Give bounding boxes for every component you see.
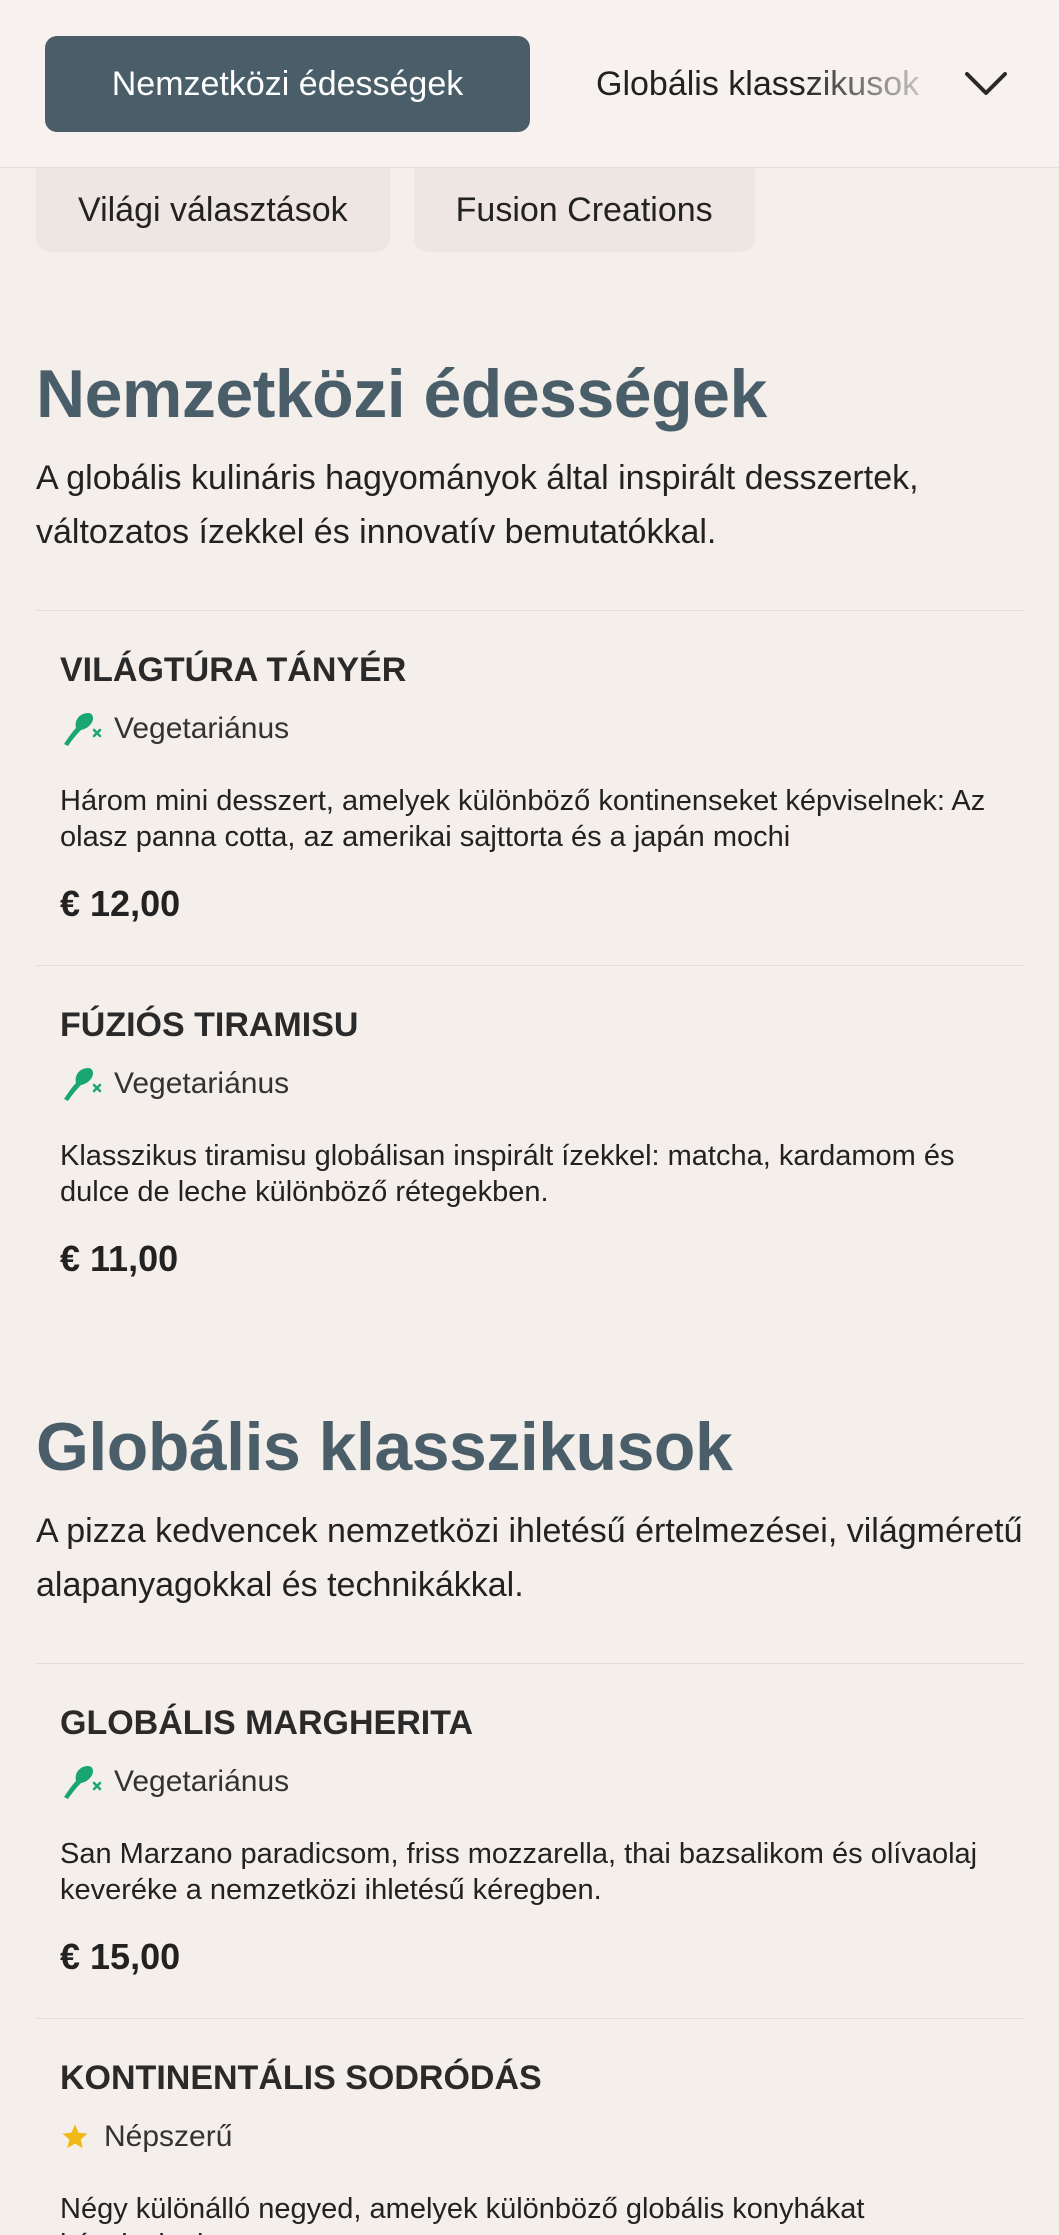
star-icon <box>60 2117 94 2157</box>
popular-tag: Népszerű <box>60 2117 232 2157</box>
category-tab[interactable]: Világi választások <box>36 168 390 252</box>
item-description: Klasszikus tiramisu globálisan inspirált… <box>60 1140 955 1208</box>
vegetarian-icon <box>60 1762 104 1802</box>
dietary-tag: Vegetariánus <box>60 709 289 749</box>
category-tab-next[interactable]: Globális klasszikusok <box>596 36 956 132</box>
category-row-2: Világi választások Fusion Creations <box>36 168 755 252</box>
menu-item[interactable]: FÚZIÓS TIRAMISU Vegetariánus Klasszikus … <box>36 965 1024 1325</box>
item-price: € 15,00 <box>60 1936 181 1977</box>
item-description: Négy különálló negyed, amelyek különböző… <box>60 2193 865 2235</box>
item-name: VILÁGTÚRA TÁNYÉR <box>60 651 407 689</box>
section-title: Nemzetközi édességek <box>36 356 767 432</box>
item-name: GLOBÁLIS MARGHERITA <box>60 1704 474 1742</box>
item-description: Három mini desszert, amelyek különböző k… <box>60 785 986 853</box>
tag-label: Vegetariánus <box>114 1067 290 1100</box>
vegetarian-icon <box>60 709 104 749</box>
chevron-down-icon <box>965 72 1007 95</box>
section-description: A globális kulináris hagyományok által i… <box>36 459 919 551</box>
category-dropdown-button[interactable] <box>956 54 1016 114</box>
menu-section: Globális klasszikusok A pizza kedvencek … <box>36 1408 1024 1612</box>
category-nav: Nemzetközi édességek Globális klasszikus… <box>0 0 1059 168</box>
menu-section: Nemzetközi édességek A globális kulinári… <box>36 355 1024 559</box>
tag-label: Népszerű <box>104 2120 233 2153</box>
item-description: San Marzano paradicsom, friss mozzarella… <box>60 1838 978 1906</box>
menu-item[interactable]: GLOBÁLIS MARGHERITA Vegetariánus San Mar… <box>36 1663 1024 2018</box>
dietary-tag: Vegetariánus <box>60 1064 289 1104</box>
item-name: FÚZIÓS TIRAMISU <box>60 1006 359 1044</box>
section-description: A pizza kedvencek nemzetközi ihletésű ér… <box>36 1512 1023 1604</box>
tag-label: Vegetariánus <box>114 712 290 745</box>
tag-label: Vegetariánus <box>114 1765 290 1798</box>
category-tab[interactable]: Fusion Creations <box>413 168 755 252</box>
item-price: € 12,00 <box>60 883 181 924</box>
menu-item[interactable]: KONTINENTÁLIS SODRÓDÁS Népszerű Négy kül… <box>36 2018 1024 2235</box>
menu-item[interactable]: VILÁGTÚRA TÁNYÉR Vegetariánus Három mini… <box>36 610 1024 965</box>
category-tab-active[interactable]: Nemzetközi édességek <box>45 36 530 132</box>
section-title: Globális klasszikusok <box>36 1409 733 1485</box>
dietary-tag: Vegetariánus <box>60 1762 289 1802</box>
item-price: € 11,00 <box>60 1238 179 1279</box>
vegetarian-icon <box>60 1064 104 1104</box>
item-name: KONTINENTÁLIS SODRÓDÁS <box>60 2059 542 2097</box>
